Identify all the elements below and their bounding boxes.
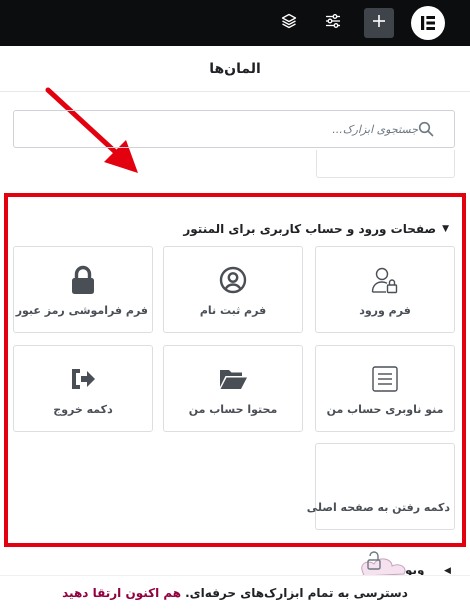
widget-register-form[interactable]: فرم ثبت نام	[163, 246, 303, 333]
widget-home-button[interactable]: دکمه رفتن به صفحه اصلی	[306, 443, 455, 530]
widget-search[interactable]	[13, 110, 455, 148]
widget-logout-button[interactable]: دکمه خروج	[13, 345, 153, 432]
menu-list-icon	[316, 364, 454, 394]
sliders-icon	[325, 13, 341, 33]
widget-label: دکمه رفتن به صفحه اصلی	[306, 501, 450, 514]
caret-left-icon: ◀	[444, 566, 451, 576]
editor-topbar	[0, 0, 470, 46]
widget-label: فرم فراموشی رمز عبور	[15, 304, 148, 317]
user-lock-icon	[316, 265, 454, 295]
widget-label: محتوا حساب من	[188, 403, 278, 416]
user-circle-icon	[164, 265, 302, 295]
panel-title: المان‌ها	[209, 60, 261, 77]
plus-icon	[371, 13, 387, 33]
layers-icon	[281, 13, 297, 33]
upgrade-link[interactable]: هم اکنون ارتقا دهید	[62, 586, 181, 600]
widget-account-content[interactable]: محتوا حساب من	[163, 345, 303, 432]
search-input[interactable]	[26, 122, 418, 136]
widget-account-nav-menu[interactable]: منو ناوبری حساب من	[315, 345, 455, 432]
layers-button[interactable]	[274, 8, 304, 38]
widget-label: دکمه خروج	[53, 403, 113, 416]
caret-down-icon: ▼	[442, 224, 449, 234]
pro-upgrade-banner: دسترسی به تمام ابزارک‌های حرفه‌ای. هم اک…	[0, 576, 470, 610]
widget-category-highlight: ▼ صفحات ورود و حساب کاربری برای المنتور …	[4, 193, 466, 547]
site-settings-button[interactable]	[318, 8, 348, 38]
widget-forgot-password[interactable]: فرم فراموشی رمز عبور	[13, 246, 153, 333]
widget-tile-partial[interactable]	[316, 150, 455, 178]
widget-login-form[interactable]: فرم ورود	[315, 246, 455, 333]
search-icon	[418, 121, 434, 137]
lock-icon	[14, 265, 152, 295]
sign-out-icon	[14, 364, 152, 394]
add-element-button[interactable]	[364, 8, 394, 38]
elementor-logo[interactable]	[411, 6, 445, 40]
widget-label: فرم ورود	[359, 304, 411, 317]
category-title-partial[interactable]: ویو	[405, 563, 425, 577]
category-title: صفحات ورود و حساب کاربری برای المنتور	[183, 222, 437, 236]
widget-label: منو ناوبری حساب من	[326, 403, 444, 416]
promo-text: دسترسی به تمام ابزارک‌های حرفه‌ای.	[185, 586, 408, 600]
folder-open-icon	[164, 364, 302, 394]
category-toggle[interactable]: ▼ صفحات ورود و حساب کاربری برای المنتور	[183, 222, 449, 236]
widget-label: فرم ثبت نام	[199, 304, 267, 317]
